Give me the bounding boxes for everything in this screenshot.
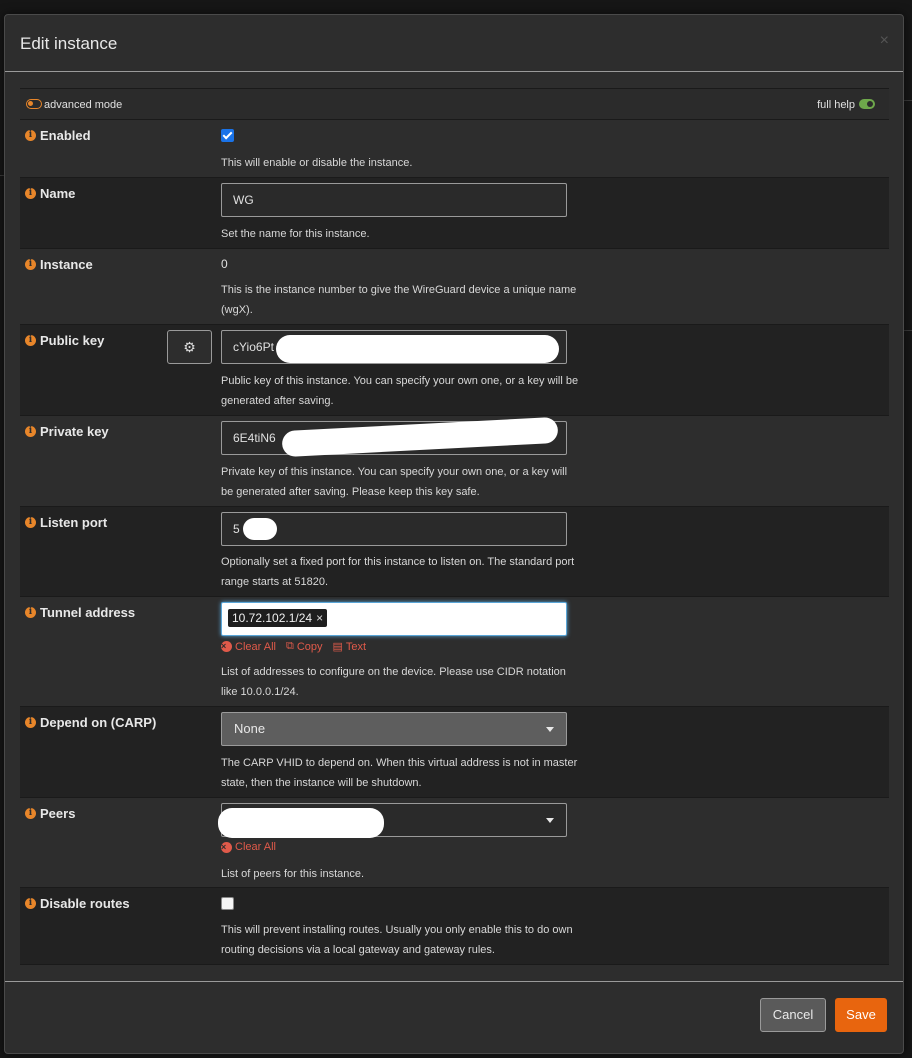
- depend-on-help: The CARP VHID to depend on. When this vi…: [221, 757, 578, 789]
- dialog-title: Edit instance: [20, 34, 118, 53]
- instance-help: This is the instance number to give the …: [221, 284, 577, 316]
- clear-icon: ×: [221, 841, 232, 853]
- info-icon[interactable]: i: [25, 335, 36, 346]
- peers-label: i Peers: [25, 806, 75, 821]
- chevron-down-icon: [546, 818, 554, 823]
- dialog-header: Edit instance ×: [5, 15, 903, 72]
- tunnel-address-label: i Tunnel address: [25, 605, 135, 620]
- background-divider: [904, 330, 912, 331]
- gear-icon: ⚙: [183, 339, 196, 355]
- name-label-text: Name: [40, 186, 76, 201]
- instance-value: 0: [221, 257, 228, 271]
- listen-port-label-text: Listen port: [40, 515, 108, 530]
- enabled-checkbox[interactable]: [221, 129, 234, 142]
- row-name: i Name WG Set the name for this instance.: [20, 178, 889, 249]
- form-toolbar: advanced mode full help: [20, 88, 889, 120]
- row-peers: i Peers × Clear All List of peers for this…: [20, 798, 889, 888]
- clear-all-link[interactable]: × Clear All: [221, 841, 276, 853]
- enabled-checkbox-wrap: [221, 129, 234, 142]
- listen-port-help: Optionally set a fixed port for this ins…: [221, 556, 575, 588]
- address-tag: 10.72.102.1/24 ×: [228, 609, 328, 627]
- text-text: Text: [345, 640, 367, 653]
- tunnel-address-actions: × Clear All ⧉ Copy ▤ Text: [221, 640, 366, 653]
- enabled-help: This will enable or disable the instance…: [221, 157, 413, 169]
- name-label: i Name: [25, 186, 75, 201]
- row-listen-port: i Listen port 5 Optionally set a fixed po…: [20, 507, 889, 597]
- public-key-label: i Public key: [25, 333, 104, 348]
- row-public-key: i Public key ⚙ cYio6Pt Public key of this…: [20, 325, 889, 416]
- instance-label-text: Instance: [40, 257, 93, 272]
- dialog-footer: Cancel Save: [5, 981, 903, 1055]
- clear-all-text: Clear All: [235, 640, 276, 653]
- generate-keys-button[interactable]: ⚙: [167, 330, 212, 364]
- row-depend-on: i Depend on (CARP) None The CARP VHID to …: [20, 707, 889, 798]
- listen-port-label: i Listen port: [25, 515, 107, 530]
- private-key-label: i Private key: [25, 424, 109, 439]
- private-key-help: Private key of this instance. You can sp…: [221, 466, 568, 498]
- redaction-mark: [243, 518, 277, 540]
- info-icon[interactable]: i: [25, 259, 36, 270]
- row-tunnel-address: i Tunnel address 10.72.102.1/24 × × Clear A…: [20, 597, 889, 707]
- cancel-button[interactable]: Cancel: [760, 998, 826, 1032]
- disable-routes-help: This will prevent installing routes. Usu…: [221, 924, 573, 956]
- copy-text: Copy: [296, 640, 323, 653]
- peers-help: List of peers for this instance.: [221, 868, 365, 880]
- name-help: Set the name for this instance.: [221, 228, 370, 240]
- row-instance: i Instance 0 This is the instance number …: [20, 249, 889, 325]
- row-enabled: i Enabled This will enable or disable the…: [20, 120, 889, 178]
- remove-tag-icon[interactable]: ×: [316, 611, 323, 625]
- chevron-down-icon: [546, 727, 554, 732]
- tunnel-address-label-text: Tunnel address: [40, 605, 136, 620]
- file-text-icon: ▤: [332, 641, 343, 653]
- advanced-mode-label: advanced mode: [44, 99, 123, 111]
- depend-on-select[interactable]: None: [221, 712, 567, 746]
- redaction-mark: [218, 808, 384, 838]
- tunnel-address-help: List of addresses to configure on the de…: [221, 666, 566, 698]
- info-icon[interactable]: i: [25, 717, 36, 728]
- public-key-label-text: Public key: [40, 333, 105, 348]
- instance-label: i Instance: [25, 257, 93, 272]
- copy-icon: ⧉: [285, 640, 294, 652]
- private-key-label-text: Private key: [40, 424, 109, 439]
- text-link[interactable]: ▤ Text: [332, 640, 367, 654]
- full-help-toggle[interactable]: [859, 99, 875, 109]
- row-disable-routes: i Disable routes This will prevent instal…: [20, 888, 889, 965]
- peers-actions: × Clear All: [221, 841, 276, 853]
- info-icon[interactable]: i: [25, 426, 36, 437]
- depend-on-value: None: [234, 721, 266, 736]
- full-help-label: full help: [817, 99, 855, 111]
- public-key-help: Public key of this instance. You can spe…: [221, 375, 579, 407]
- depend-on-label: i Depend on (CARP): [25, 715, 156, 730]
- save-button[interactable]: Save: [835, 998, 887, 1032]
- peers-label-text: Peers: [40, 806, 76, 821]
- info-icon[interactable]: i: [25, 517, 36, 528]
- close-icon[interactable]: ×: [880, 32, 889, 50]
- info-icon[interactable]: i: [25, 130, 36, 141]
- copy-link[interactable]: ⧉ Copy: [286, 640, 323, 653]
- info-icon[interactable]: i: [25, 188, 36, 199]
- clear-all-link[interactable]: × Clear All: [221, 640, 276, 653]
- name-input[interactable]: WG: [221, 183, 567, 217]
- info-icon[interactable]: i: [25, 898, 36, 909]
- disable-routes-label-text: Disable routes: [40, 896, 130, 911]
- depend-on-label-text: Depend on (CARP): [40, 715, 157, 730]
- clear-all-text: Clear All: [235, 841, 276, 853]
- advanced-mode-toggle[interactable]: [26, 99, 42, 109]
- instance-form: advanced mode full help i Enabled This wi…: [20, 88, 889, 965]
- clear-icon: ×: [221, 641, 232, 652]
- enabled-label: i Enabled: [25, 128, 91, 143]
- enabled-label-text: Enabled: [40, 128, 91, 143]
- disable-routes-checkbox[interactable]: [221, 897, 234, 910]
- row-private-key: i Private key 6E4tiN6 Private key of this…: [20, 416, 889, 507]
- info-icon[interactable]: i: [25, 607, 36, 618]
- edit-instance-dialog: Edit instance × advanced mode full help …: [4, 14, 904, 1054]
- background-divider: [904, 100, 912, 101]
- tunnel-address-input[interactable]: 10.72.102.1/24 ×: [221, 602, 567, 636]
- redaction-mark: [276, 335, 559, 363]
- address-tag-text: 10.72.102.1/24: [232, 611, 313, 625]
- info-icon[interactable]: i: [25, 808, 36, 819]
- disable-routes-label: i Disable routes: [25, 896, 130, 911]
